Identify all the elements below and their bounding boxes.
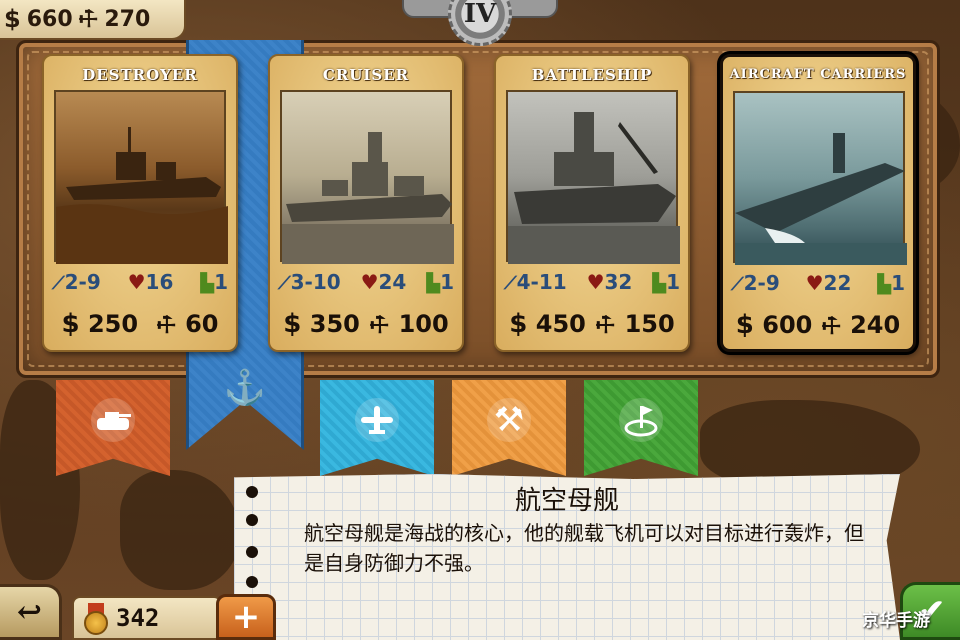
unit-stats: ⟋2-9 ♥16 ▙1 — [52, 268, 228, 296]
cost-money: $ 350 — [283, 309, 360, 339]
anchor-icon: ⚓ — [223, 368, 267, 408]
unit-cost: $ 450 ⚒ 150 — [504, 304, 680, 344]
medal-value: 342 — [116, 604, 160, 632]
carrier-photo — [733, 91, 907, 265]
rifle-icon: ⟋ — [504, 273, 517, 294]
unit-title: DESTROYER — [82, 66, 198, 84]
wrench-icon: ⚒ — [151, 309, 183, 342]
unit-card-destroyer[interactable]: DESTROYER ⟋2-9 ♥16 ▙1 $ 250 ⚒ 60 — [42, 54, 238, 352]
rifle-icon: ⟋ — [731, 274, 744, 295]
wrench-icon: ⚒ — [72, 3, 105, 35]
gear-icon: IV — [448, 0, 512, 46]
tab-air[interactable] — [320, 380, 434, 476]
wrench-icon: ⚒ — [364, 309, 397, 342]
parts-value: 270 — [104, 6, 151, 32]
back-arrow-icon: ↩ — [16, 594, 43, 630]
heart-icon: ♥ — [360, 270, 379, 294]
plane-icon — [355, 398, 399, 442]
tab-objective[interactable] — [584, 380, 698, 476]
unit-card-battleship[interactable]: BATTLESHIP ⟋4-11 ♥32 ▙1 $ 450 ⚒ 150 — [494, 54, 690, 352]
money-icon: $ — [61, 309, 80, 339]
unit-stats: ⟋4-11 ♥32 ▙1 — [504, 268, 680, 296]
cost-parts: ⚒ 150 — [590, 309, 675, 342]
cost-parts: ⚒ 240 — [816, 310, 901, 343]
flag-target-icon — [619, 398, 663, 442]
cost-parts: ⚒ 100 — [364, 309, 449, 342]
boot-icon: ▙ — [877, 274, 892, 295]
destroyer-photo — [54, 90, 228, 264]
ship-silhouette — [735, 133, 907, 265]
rifle-icon: ⟋ — [52, 273, 65, 294]
tab-engineer[interactable]: ⚒ — [452, 380, 566, 476]
money-icon: $ — [735, 310, 754, 340]
medal-counter: 342 — [72, 596, 222, 640]
range-stat: ⟋4-11 — [504, 270, 567, 294]
unit-card-aircraft-carrier[interactable]: AIRCRAFT CARRIERS ⟋2-9 ♥22 ▙1 $ 600 ⚒ 24… — [720, 54, 916, 352]
add-medals-button[interactable]: + — [216, 594, 276, 640]
tier-label: IV — [463, 0, 497, 29]
map-landmass — [120, 470, 240, 590]
wrench-icon: ⚒ — [816, 310, 848, 343]
move-stat: ▙1 — [200, 270, 228, 294]
boot-icon: ▙ — [200, 273, 215, 294]
cost-money: $ 450 — [509, 309, 586, 339]
tank-icon — [91, 398, 135, 442]
unit-title: AIRCRAFT CARRIERS — [729, 67, 907, 82]
cost-parts: ⚒ 60 — [151, 309, 219, 342]
unit-cost: $ 250 ⚒ 60 — [52, 304, 228, 344]
unit-title: CRUISER — [322, 66, 410, 84]
money-value: 660 — [26, 6, 73, 32]
watermark: 京华手游 — [862, 611, 930, 631]
cost-money: $ 250 — [61, 309, 139, 339]
cruiser-photo — [280, 90, 454, 264]
ship-silhouette — [56, 127, 228, 264]
wrench-icon: ⚒ — [590, 309, 623, 342]
medal-icon — [84, 603, 108, 635]
boot-icon: ▙ — [652, 273, 667, 294]
ship-silhouette — [282, 132, 454, 264]
tab-army[interactable] — [56, 380, 170, 476]
resource-bar: $ 660 ⚒ 270 — [0, 0, 186, 40]
unit-cost: $ 600 ⚒ 240 — [731, 305, 905, 345]
money-icon: $ — [4, 5, 21, 33]
unit-stats: ⟋2-9 ♥22 ▙1 — [731, 269, 905, 297]
boot-icon: ▙ — [426, 273, 441, 294]
description-body: 航空母舰是海战的核心，他的舰载飞机可以对目标进行轰炸，但是自身防御力不强。 — [304, 521, 864, 575]
battleship-photo — [506, 90, 680, 264]
hp-stat: ♥16 — [127, 270, 174, 294]
range-stat: ⟋3-10 — [278, 270, 341, 294]
binder-hole — [246, 576, 258, 588]
range-stat: ⟋2-9 — [731, 271, 780, 295]
rifle-icon: ⟋ — [278, 273, 291, 294]
range-stat: ⟋2-9 — [52, 270, 101, 294]
hp-stat: ♥24 — [360, 270, 407, 294]
cost-money: $ 600 — [735, 310, 813, 340]
binder-hole — [246, 546, 258, 558]
heart-icon: ♥ — [586, 270, 605, 294]
hp-stat: ♥22 — [805, 271, 852, 295]
ship-silhouette — [508, 112, 680, 264]
unit-cost: $ 350 ⚒ 100 — [278, 304, 454, 344]
unit-card-cruiser[interactable]: CRUISER ⟋3-10 ♥24 ▙1 $ 350 ⚒ 100 — [268, 54, 464, 352]
move-stat: ▙1 — [426, 270, 454, 294]
back-button[interactable]: ↩ — [0, 584, 62, 640]
tier-badge: IV — [402, 0, 558, 46]
unit-stats: ⟋3-10 ♥24 ▙1 — [278, 268, 454, 296]
move-stat: ▙1 — [877, 271, 905, 295]
money-icon: $ — [283, 309, 302, 339]
move-stat: ▙1 — [652, 270, 680, 294]
heart-icon: ♥ — [127, 270, 146, 294]
heart-icon: ♥ — [805, 271, 824, 295]
description-title: 航空母舰 — [514, 486, 619, 516]
plus-icon: + — [231, 597, 261, 637]
money-icon: $ — [509, 309, 528, 339]
unit-title: BATTLESHIP — [531, 66, 653, 84]
tools-icon: ⚒ — [487, 398, 531, 442]
hp-stat: ♥32 — [586, 270, 633, 294]
